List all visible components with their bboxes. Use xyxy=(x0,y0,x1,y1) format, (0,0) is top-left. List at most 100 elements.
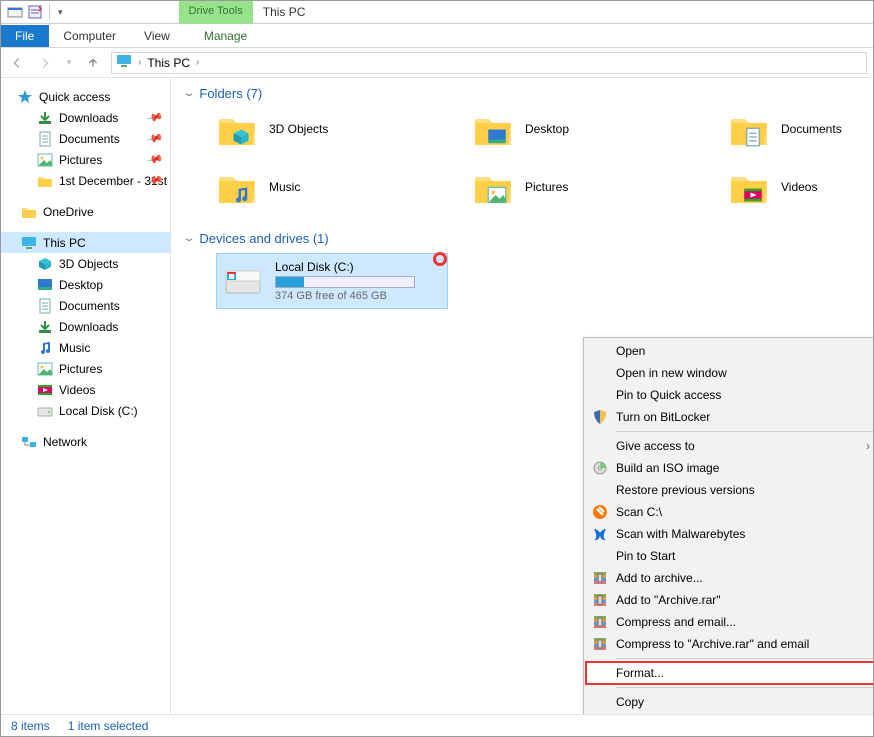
tab-manage[interactable]: Manage xyxy=(190,25,261,47)
context-menu-item[interactable]: Pin to Start xyxy=(586,545,873,567)
nav-network[interactable]: Network xyxy=(1,431,170,452)
context-menu-label: Give access to xyxy=(616,439,695,453)
qat-dropdown-icon[interactable]: ▾ xyxy=(56,7,65,18)
nav-thispc-item[interactable]: Videos xyxy=(1,379,170,400)
group-header-drives[interactable]: ⌄ Devices and drives (1) xyxy=(185,231,873,246)
context-menu-item[interactable]: Turn on BitLocker xyxy=(586,406,873,428)
folder-item[interactable]: 3D Objects xyxy=(217,109,473,149)
nav-up-button[interactable] xyxy=(83,53,103,73)
item-icon xyxy=(37,298,53,314)
folder-item[interactable]: Videos xyxy=(729,167,873,207)
nav-thispc-item[interactable]: Local Disk (C:) xyxy=(1,400,170,421)
breadcrumb-bar[interactable]: › This PC › xyxy=(111,52,867,74)
context-menu-item[interactable]: Scan with Malwarebytes xyxy=(586,523,873,545)
pin-icon: 📌 xyxy=(146,108,164,126)
nav-this-pc[interactable]: This PC xyxy=(1,232,170,253)
context-menu-item[interactable]: Compress and email... xyxy=(586,611,873,633)
pin-icon: 📌 xyxy=(146,150,164,168)
nav-thispc-item[interactable]: Documents xyxy=(1,295,170,316)
context-menu-item[interactable]: Compress to "Archive.rar" and email xyxy=(586,633,873,655)
nav-back-button[interactable] xyxy=(7,53,27,73)
status-item-count: 8 items xyxy=(11,719,50,733)
context-menu-label: Format... xyxy=(616,666,664,680)
address-bar: ▾ › This PC › xyxy=(1,48,873,78)
folder-item[interactable]: Pictures xyxy=(473,167,729,207)
item-icon xyxy=(37,361,53,377)
item-icon xyxy=(37,340,53,356)
monitor-icon xyxy=(21,235,37,251)
qat-separator xyxy=(49,4,50,20)
nav-thispc-item[interactable]: Pictures xyxy=(1,358,170,379)
nav-quick-access[interactable]: Quick access xyxy=(1,86,170,107)
chevron-right-icon[interactable]: › xyxy=(194,57,201,68)
folder-label: Videos xyxy=(781,180,817,194)
context-menu-item[interactable]: Pin to Quick access xyxy=(586,384,873,406)
navigation-pane: Quick access Downloads📌Documents📌Picture… xyxy=(1,78,171,714)
folder-label: Pictures xyxy=(525,180,568,194)
nav-thispc-item[interactable]: Downloads xyxy=(1,316,170,337)
folder-item[interactable]: Music xyxy=(217,167,473,207)
context-menu-label: Open in new window xyxy=(616,366,727,380)
folder-icon xyxy=(729,109,769,149)
tab-view[interactable]: View xyxy=(130,25,184,47)
nav-thispc-item[interactable]: Desktop xyxy=(1,274,170,295)
context-menu-item[interactable]: Add to "Archive.rar" xyxy=(586,589,873,611)
group-header-label: Folders (7) xyxy=(199,86,262,101)
contextual-tab-drive-tools[interactable]: Drive Tools xyxy=(179,1,253,24)
status-bar: 8 items 1 item selected xyxy=(1,714,873,736)
context-menu-item[interactable]: Restore previous versions xyxy=(586,479,873,501)
context-menu-item[interactable]: Open xyxy=(586,340,873,362)
context-menu-item[interactable]: Format... xyxy=(586,662,873,684)
nav-label: Videos xyxy=(59,383,95,397)
rar-icon xyxy=(592,614,608,630)
star-icon xyxy=(17,89,33,105)
item-icon xyxy=(37,256,53,272)
context-menu-item[interactable]: Build an ISO image xyxy=(586,457,873,479)
nav-quick-item[interactable]: 1st December - 31st📌 xyxy=(1,170,170,191)
disc-icon xyxy=(592,460,608,476)
breadcrumb-this-pc[interactable]: This PC xyxy=(147,56,190,70)
nav-label: 3D Objects xyxy=(59,257,118,271)
nav-forward-button[interactable] xyxy=(35,53,55,73)
nav-thispc-item[interactable]: 3D Objects xyxy=(1,253,170,274)
nav-thispc-item[interactable]: Music xyxy=(1,337,170,358)
context-menu-label: Copy xyxy=(616,695,644,709)
context-menu-label: Restore previous versions xyxy=(616,483,755,497)
nav-onedrive[interactable]: OneDrive xyxy=(1,201,170,222)
folder-item[interactable]: Desktop xyxy=(473,109,729,149)
context-menu-item[interactable]: Scan C:\ xyxy=(586,501,873,523)
folder-icon xyxy=(473,167,513,207)
body: Quick access Downloads📌Documents📌Picture… xyxy=(1,78,873,714)
context-menu-item[interactable]: Give access to › xyxy=(586,435,873,457)
chevron-right-icon: › xyxy=(866,439,870,453)
nav-quick-item[interactable]: Documents📌 xyxy=(1,128,170,149)
nav-quick-item[interactable]: Downloads📌 xyxy=(1,107,170,128)
nav-recent-dropdown[interactable]: ▾ xyxy=(63,53,75,73)
context-menu-item[interactable]: Open in new window xyxy=(586,362,873,384)
rar-icon xyxy=(592,570,608,586)
context-menu-item[interactable]: Copy xyxy=(586,691,873,713)
group-header-folders[interactable]: ⌄ Folders (7) xyxy=(185,86,873,101)
network-icon xyxy=(21,434,37,450)
context-menu-item[interactable]: Add to archive... xyxy=(586,567,873,589)
context-menu-label: Add to archive... xyxy=(616,571,703,585)
drive-item-local-disk-c[interactable]: Local Disk (C:) 374 GB free of 465 GB xyxy=(217,254,447,308)
item-icon xyxy=(37,277,53,293)
context-menu-separator xyxy=(616,687,873,688)
tab-computer[interactable]: Computer xyxy=(49,25,130,47)
context-menu: Open Open in new window Pin to Quick acces… xyxy=(583,337,873,714)
nav-quick-item[interactable]: Pictures📌 xyxy=(1,149,170,170)
folder-label: 3D Objects xyxy=(269,122,328,136)
context-menu-label: Pin to Quick access xyxy=(616,388,721,402)
item-icon xyxy=(37,403,53,419)
folder-icon xyxy=(37,152,53,168)
context-menu-label: Scan with Malwarebytes xyxy=(616,527,745,541)
status-selection: 1 item selected xyxy=(68,719,149,733)
nav-label: Pictures xyxy=(59,362,102,376)
folder-item[interactable]: Documents xyxy=(729,109,873,149)
context-menu-separator xyxy=(616,658,873,659)
tab-file[interactable]: File xyxy=(1,25,49,47)
chevron-right-icon[interactable]: › xyxy=(136,57,143,68)
properties-icon[interactable] xyxy=(27,4,43,20)
folder-icon xyxy=(217,167,257,207)
